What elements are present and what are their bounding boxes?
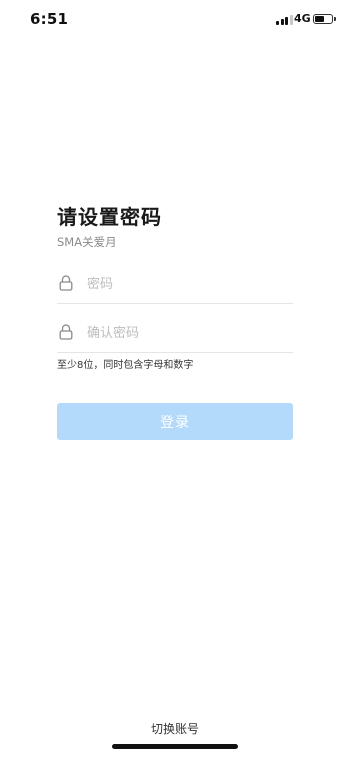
battery-cap bbox=[334, 17, 336, 21]
status-bar: 6:51 4G bbox=[0, 0, 350, 40]
password-field bbox=[57, 267, 293, 304]
signal-bar bbox=[280, 19, 284, 25]
signal-bar bbox=[276, 21, 279, 25]
lock-icon bbox=[59, 324, 73, 340]
network-type: 4G bbox=[294, 12, 311, 25]
battery-icon bbox=[313, 14, 333, 24]
signal-bar bbox=[289, 15, 293, 25]
home-indicator bbox=[112, 744, 238, 749]
confirm-password-field bbox=[57, 316, 293, 353]
lock-icon bbox=[59, 275, 73, 291]
password-rule-hint: 至少8位，同时包含字母和数字 bbox=[57, 360, 194, 371]
status-time: 6:51 bbox=[30, 10, 69, 28]
page-title: 请设置密码 bbox=[57, 205, 162, 229]
password-input[interactable] bbox=[87, 273, 287, 295]
page-subtitle: SMA关爱月 bbox=[57, 235, 117, 249]
signal-bar bbox=[285, 17, 288, 25]
switch-account-link[interactable]: 切换账号 bbox=[0, 720, 350, 737]
confirm-password-input[interactable] bbox=[87, 322, 287, 344]
cellular-signal-icon bbox=[276, 14, 294, 25]
login-button[interactable]: 登录 bbox=[57, 403, 293, 440]
battery-level bbox=[315, 16, 324, 22]
